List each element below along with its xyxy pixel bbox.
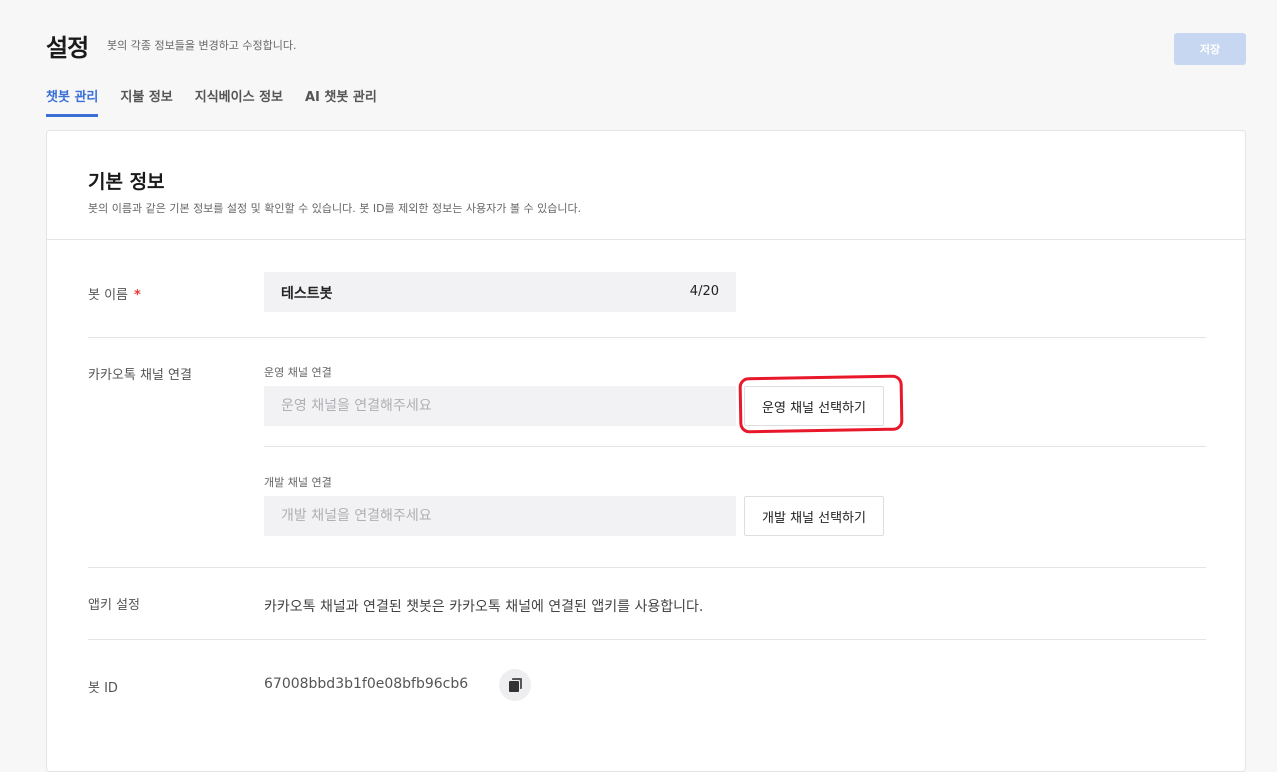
row-divider <box>88 337 1206 338</box>
bot-name-field[interactable]: 테스트봇 4/20 <box>264 272 736 312</box>
section-title: 기본 정보 <box>88 171 165 193</box>
tab-chatbot-management[interactable]: 챗봇 관리 <box>46 86 99 117</box>
bot-name-value: 테스트봇 <box>281 286 333 302</box>
settings-tabs: 챗봇 관리 지불 정보 지식베이스 정보 AI 챗봇 관리 <box>46 86 377 117</box>
select-development-channel-button[interactable]: 개발 채널 선택하기 <box>744 496 884 536</box>
bot-name-char-count: 4/20 <box>689 284 719 299</box>
row-divider <box>88 567 1206 568</box>
section-divider <box>47 239 1245 240</box>
copy-bot-id-button[interactable] <box>499 669 531 701</box>
required-mark: * <box>134 288 141 303</box>
operation-channel-label: 운영 채널 연결 <box>264 366 332 379</box>
tab-knowledge-base-info[interactable]: 지식베이스 정보 <box>195 86 283 117</box>
red-highlight-annotation <box>738 374 904 434</box>
tab-payment-info[interactable]: 지불 정보 <box>120 86 172 117</box>
page-description: 봇의 각종 정보들을 변경하고 수정합니다. <box>107 39 297 52</box>
appkey-description: 카카오톡 채널과 연결된 챗봇은 카카오톡 채널에 연결된 앱키를 사용합니다. <box>264 599 704 615</box>
kakao-channel-label: 카카오톡 채널 연결 <box>88 368 192 383</box>
basic-info-card: 기본 정보 봇의 이름과 같은 기본 정보를 설정 및 확인할 수 있습니다. … <box>46 130 1246 772</box>
appkey-label: 앱키 설정 <box>88 598 140 613</box>
tab-ai-chatbot-management[interactable]: AI 챗봇 관리 <box>305 86 377 117</box>
page-title: 설정 <box>46 34 89 62</box>
development-channel-label: 개발 채널 연결 <box>264 476 332 489</box>
bot-name-label-text: 봇 이름 <box>88 288 129 303</box>
section-description: 봇의 이름과 같은 기본 정보를 설정 및 확인할 수 있습니다. 봇 ID를 … <box>88 202 582 215</box>
copy-icon <box>508 678 522 692</box>
bot-name-label: 봇 이름 * <box>88 284 141 303</box>
operation-channel-input[interactable] <box>264 386 736 426</box>
bot-id-label: 봇 ID <box>88 681 118 696</box>
row-divider <box>88 639 1206 640</box>
bot-id-value: 67008bbd3b1f0e08bfb96cb6 <box>264 676 469 692</box>
row-divider <box>264 446 1206 447</box>
development-channel-input[interactable] <box>264 496 736 536</box>
save-button[interactable]: 저장 <box>1174 33 1246 65</box>
